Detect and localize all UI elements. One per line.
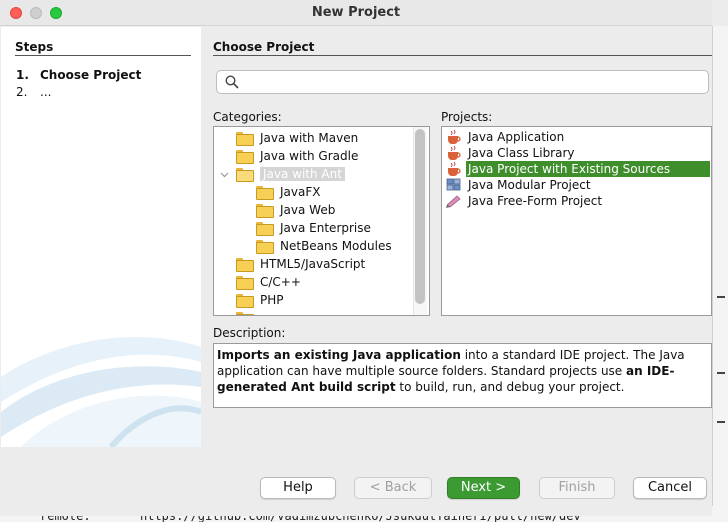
background-mark — [717, 372, 725, 374]
step-label: ... — [40, 85, 52, 99]
folder-open-icon — [236, 168, 254, 182]
category-label: Java Web — [280, 203, 336, 217]
folder-icon — [236, 312, 254, 315]
step-number: 2. — [16, 85, 28, 99]
category-html5-javascript[interactable]: HTML5/JavaScript — [236, 255, 365, 273]
folder-icon — [256, 222, 274, 236]
category-netbeans-modules[interactable]: NetBeans Modules — [256, 237, 392, 255]
step-next: 2.... — [16, 85, 51, 99]
category-c-cpp[interactable]: C/C++ — [236, 273, 301, 291]
search-icon — [225, 75, 239, 89]
folder-icon — [236, 276, 254, 290]
category-label: Java Enterprise — [280, 221, 371, 235]
step-number: 1. — [16, 68, 29, 82]
steps-heading: Steps — [15, 40, 54, 54]
project-label: Java Free-Form Project — [468, 194, 603, 208]
category-label-selected: Java with Ant — [260, 167, 345, 181]
category-java-with-maven[interactable]: Java with Maven — [236, 129, 358, 147]
help-button[interactable]: Help — [260, 477, 336, 499]
java-cup-icon — [448, 129, 461, 144]
background-window-edge — [712, 26, 728, 506]
free-form-icon — [446, 195, 461, 208]
category-php[interactable]: PHP — [236, 291, 284, 309]
categories-label: Categories: — [213, 110, 282, 124]
background-mark — [717, 421, 725, 423]
project-java-modular[interactable]: Java Modular Project — [445, 177, 710, 193]
step-choose-project: 1. Choose Project — [16, 68, 141, 82]
cancel-button[interactable]: Cancel — [633, 477, 707, 499]
projects-label: Projects: — [441, 110, 493, 124]
category-label: C/C++ — [260, 275, 301, 289]
category-label: HTML5/JavaScript — [260, 257, 366, 271]
modules-icon — [446, 178, 461, 191]
project-java-application[interactable]: Java Application — [445, 129, 710, 145]
next-button[interactable]: Next > — [447, 477, 520, 499]
folder-icon — [236, 294, 254, 308]
category-java-enterprise[interactable]: Java Enterprise — [256, 219, 371, 237]
header-divider — [213, 55, 712, 56]
steps-panel: Steps 1. Choose Project 2.... — [1, 27, 201, 447]
category-java-with-ant[interactable]: Java with Ant — [236, 165, 345, 183]
category-label: Java with Gradle — [260, 149, 359, 163]
category-label: JavaFX — [280, 185, 321, 199]
project-label: Java Class Library — [468, 146, 575, 160]
categories-scrollbar-thumb[interactable] — [415, 129, 425, 304]
category-javafx[interactable]: JavaFX — [256, 183, 320, 201]
category-label: PHP — [260, 293, 284, 307]
project-label: Java Modular Project — [468, 178, 591, 192]
page-title: Choose Project — [213, 40, 315, 54]
description-text: Imports an existing Java application int… — [213, 343, 712, 408]
java-cup-icon — [448, 145, 461, 160]
finish-button[interactable]: Finish — [539, 477, 615, 499]
folder-icon — [256, 204, 274, 218]
folder-icon — [236, 150, 254, 164]
project-java-free-form[interactable]: Java Free-Form Project — [445, 193, 710, 209]
category-label: NetBeans Modules — [280, 239, 392, 253]
steps-divider — [15, 55, 191, 56]
category-label: Java with Maven — [260, 131, 359, 145]
description-text-2: to build, run, and debug your project. — [395, 380, 625, 394]
back-button[interactable]: < Back — [354, 477, 432, 499]
folder-icon — [256, 186, 274, 200]
description-label: Description: — [213, 326, 286, 340]
project-label: Java Application — [468, 130, 565, 144]
category-java-with-gradle[interactable]: Java with Gradle — [236, 147, 358, 165]
new-project-dialog: New Project Steps 1. Choose Project 2....… — [0, 0, 712, 516]
folder-icon — [256, 240, 274, 254]
netbeans-decoration-graphic — [1, 337, 201, 447]
description-bold-1: Imports an existing Java application — [217, 348, 461, 362]
folder-icon — [236, 258, 254, 272]
project-label-selected: Java Project with Existing Sources — [466, 161, 710, 177]
category-partial[interactable] — [236, 309, 260, 315]
search-input[interactable] — [216, 70, 709, 94]
step-label: Choose Project — [40, 68, 142, 82]
chevron-down-icon[interactable] — [220, 170, 229, 179]
categories-tree[interactable]: Java with Maven Java with Gradle Java wi… — [213, 126, 430, 316]
project-java-existing-sources[interactable]: Java Project with Existing Sources — [445, 161, 710, 177]
folder-icon — [236, 132, 254, 146]
category-java-web[interactable]: Java Web — [256, 201, 335, 219]
projects-list[interactable]: Java Application Java Class Library Java… — [441, 126, 712, 316]
title-bar: New Project — [0, 0, 712, 26]
window-title: New Project — [311, 5, 401, 20]
background-mark — [717, 296, 725, 298]
java-cup-icon — [448, 161, 461, 176]
project-java-class-library[interactable]: Java Class Library — [445, 145, 710, 161]
